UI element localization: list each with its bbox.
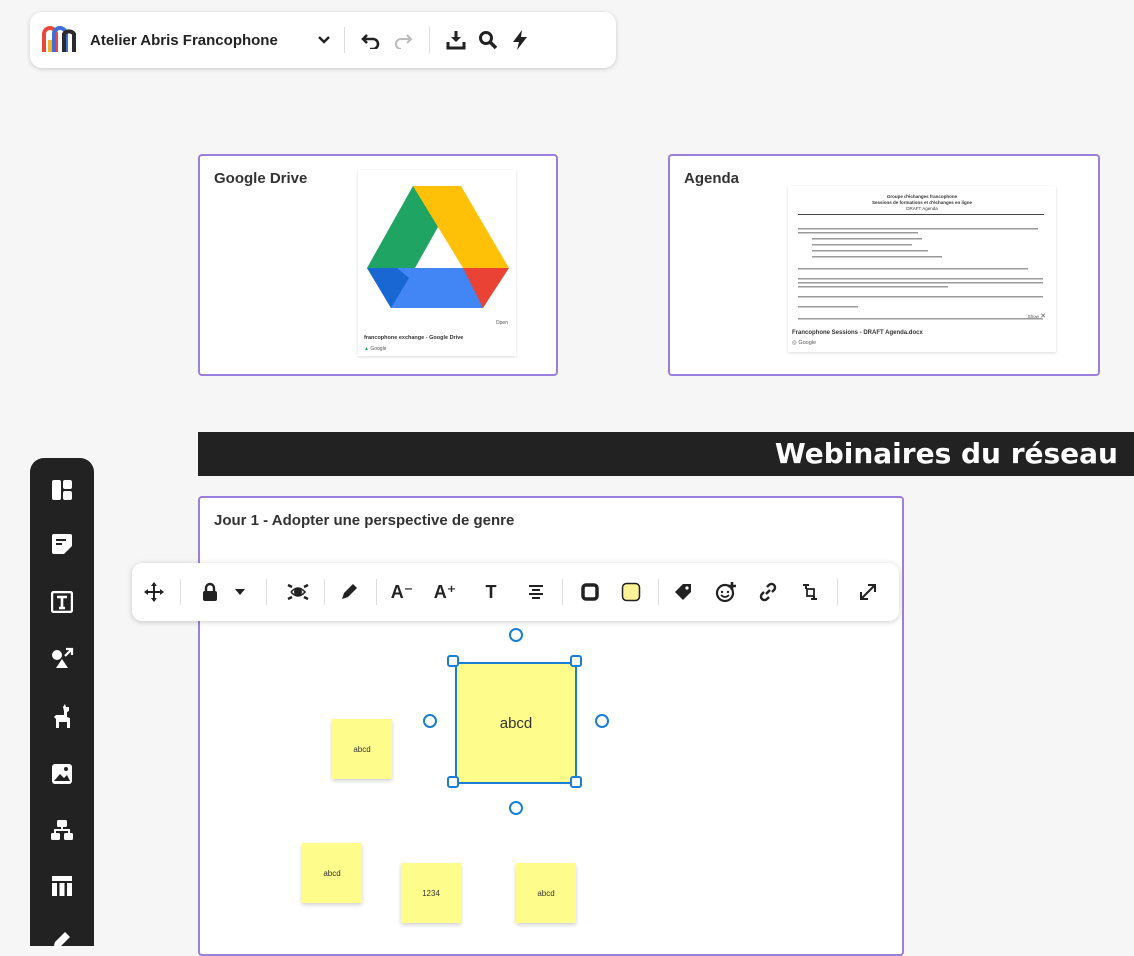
- toolbar-divider: [658, 579, 659, 605]
- card-title: Agenda: [684, 170, 740, 187]
- download-icon[interactable]: [440, 24, 472, 56]
- undo-icon[interactable]: [355, 24, 387, 56]
- section-banner[interactable]: Webinaires du réseau: [198, 432, 1134, 476]
- tag-icon[interactable]: [667, 576, 699, 608]
- shapes-icon[interactable]: [46, 642, 78, 674]
- sticky-note-text: 1234: [422, 888, 440, 898]
- doc-rule: [798, 214, 1044, 215]
- show-link-label: Show: [1027, 314, 1039, 319]
- reorder-icon[interactable]: [794, 576, 826, 608]
- toolbar-divider: [180, 579, 181, 605]
- google-drive-logo-icon: [367, 186, 509, 308]
- toolbar-divider: [562, 579, 563, 605]
- card-title: Jour 1 - Adopter une perspective de genr…: [214, 512, 515, 529]
- resize-handle-bottom-left[interactable]: [447, 776, 459, 788]
- resize-handle-top-right[interactable]: [570, 655, 582, 667]
- sticky-note-text: abcd: [499, 714, 533, 732]
- link-title: Francophone Sessions - DRAFT Agenda.docx: [792, 330, 923, 336]
- move-icon[interactable]: [138, 576, 170, 608]
- toolbar-divider: [343, 27, 345, 53]
- toolbar-divider: [428, 27, 430, 53]
- lightning-icon[interactable]: [504, 24, 536, 56]
- resize-handle-top-left[interactable]: [447, 655, 459, 667]
- sticky-note[interactable]: 1234: [401, 863, 461, 923]
- close-icon[interactable]: ✕: [1040, 313, 1046, 320]
- sticky-note[interactable]: abcd: [302, 843, 362, 903]
- llama-icon[interactable]: [46, 700, 78, 732]
- doc-heading-3: DRAFT Agenda: [906, 206, 938, 211]
- diagram-icon[interactable]: [46, 814, 78, 846]
- chevron-down-icon[interactable]: [314, 30, 334, 50]
- font-smaller-icon[interactable]: A⁻: [386, 576, 418, 608]
- connector-handle-top[interactable]: [509, 628, 523, 642]
- toolbar-divider: [376, 579, 377, 605]
- sticky-note-text: abcd: [323, 868, 341, 878]
- lock-dropdown-icon[interactable]: [224, 576, 256, 608]
- lock-icon[interactable]: [194, 576, 226, 608]
- doc-heading-1: Groupe d'échanges francophone: [886, 194, 958, 199]
- agenda-card[interactable]: Agenda Groupe d'échanges francophone Ses…: [668, 154, 1100, 376]
- selected-sticky-note[interactable]: abcd: [455, 662, 577, 784]
- link-icon[interactable]: [752, 576, 784, 608]
- link-source-label: Google: [798, 340, 817, 346]
- format-toolbar: A⁻ A⁺ T: [132, 563, 899, 621]
- connector-handle-bottom[interactable]: [509, 801, 523, 815]
- toolbar-divider: [266, 579, 267, 605]
- toolbar-divider: [324, 579, 325, 605]
- font-larger-icon[interactable]: A⁺: [429, 576, 461, 608]
- google-icon: ▲: [364, 346, 369, 352]
- sticky-note[interactable]: abcd: [516, 863, 576, 923]
- link-source-label: Google: [370, 346, 387, 352]
- redo-icon[interactable]: [387, 24, 419, 56]
- document-preview[interactable]: Groupe d'échanges francophone Sessions d…: [788, 186, 1056, 352]
- pencil-icon[interactable]: [333, 576, 365, 608]
- connector-handle-right[interactable]: [595, 714, 609, 728]
- text-style-icon[interactable]: T: [475, 576, 507, 608]
- focus-icon[interactable]: [282, 576, 314, 608]
- link-preview[interactable]: Open francophone exchange - Google Drive…: [358, 170, 516, 356]
- link-source: ◎ Google: [792, 340, 816, 346]
- resize-handle-bottom-right[interactable]: [570, 776, 582, 788]
- board-toolbar: Atelier Abris Francophone: [30, 12, 616, 68]
- border-icon[interactable]: [574, 576, 606, 608]
- add-reaction-icon[interactable]: [710, 576, 742, 608]
- color-picker[interactable]: [615, 576, 647, 608]
- search-icon[interactable]: [472, 24, 504, 56]
- left-sidebar: [30, 458, 94, 949]
- card-title: Google Drive: [214, 170, 308, 187]
- sticky-note[interactable]: abcd: [332, 719, 392, 779]
- sticky-note-text: abcd: [353, 744, 371, 754]
- sticky-note-text: abcd: [537, 888, 555, 898]
- open-link[interactable]: Open: [496, 320, 508, 326]
- sticky-note-icon[interactable]: [46, 528, 78, 560]
- text-icon[interactable]: [46, 586, 78, 618]
- toolbar-divider: [837, 579, 838, 605]
- templates-icon[interactable]: [46, 474, 78, 506]
- show-link[interactable]: Show ✕: [1028, 312, 1046, 320]
- google-drive-card[interactable]: Google Drive Open francophone exchange -…: [198, 154, 558, 376]
- align-icon[interactable]: [520, 576, 552, 608]
- pen-icon[interactable]: [46, 924, 78, 956]
- doc-heading-2: Sessions de formations et d'échanges en …: [871, 200, 973, 205]
- document-text-lines: [798, 228, 1043, 320]
- table-icon[interactable]: [46, 870, 78, 902]
- expand-icon[interactable]: [852, 576, 884, 608]
- link-title: francophone exchange - Google Drive: [364, 335, 464, 341]
- connector-handle-left[interactable]: [423, 714, 437, 728]
- link-source: ▲ Google: [364, 346, 386, 352]
- board-title[interactable]: Atelier Abris Francophone: [90, 32, 278, 49]
- logo-icon[interactable]: [42, 26, 76, 54]
- image-icon[interactable]: [46, 758, 78, 790]
- google-icon: ◎: [792, 340, 797, 346]
